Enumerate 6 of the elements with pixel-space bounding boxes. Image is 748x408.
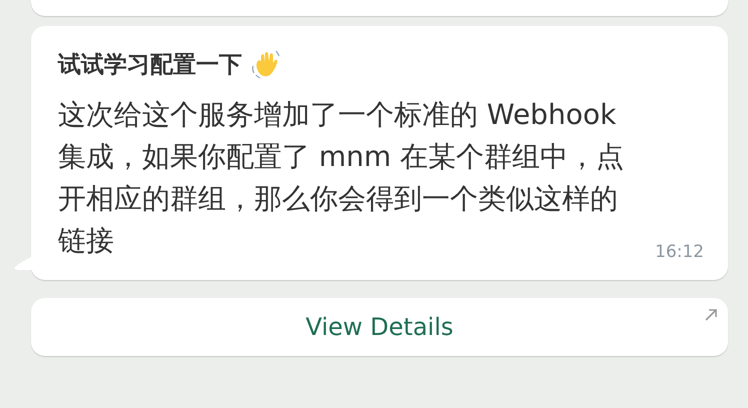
message-text: 这次给这个服务增加了一个标准的 Webhook 集成，如果你配置了 mnm 在某个群组中，点开相应的群组，那么你会得到一个类似这样的链接 bbox=[58, 97, 626, 259]
view-details-button[interactable]: View Details bbox=[31, 298, 728, 356]
external-link-icon bbox=[704, 308, 718, 322]
message-title: 试试学习配置一下 bbox=[58, 50, 242, 80]
message-time: 16:12 bbox=[655, 242, 704, 262]
waving-hand-icon bbox=[250, 48, 282, 80]
